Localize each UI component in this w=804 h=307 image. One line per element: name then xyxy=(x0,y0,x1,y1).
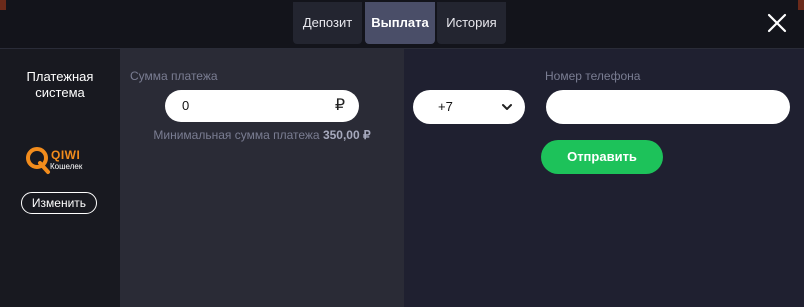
payment-system-panel: Платежная система QIWI Кошелек Изменить xyxy=(0,49,120,307)
tab-deposit[interactable]: Депозит xyxy=(293,2,362,44)
tab-withdrawal[interactable]: Выплата xyxy=(365,2,435,44)
change-payment-system-button[interactable]: Изменить xyxy=(21,192,97,214)
phone-panel: +7 Номер телефона Отправить xyxy=(404,49,804,307)
min-amount-value: 350,00 ₽ xyxy=(322,128,371,142)
modal-header: Депозит Выплата История xyxy=(0,0,804,49)
min-amount-text: Минимальная сумма платежа xyxy=(153,128,320,142)
amount-input[interactable]: 0 ₽ xyxy=(165,90,359,122)
country-code-value: +7 xyxy=(438,99,453,114)
qiwi-brand-text: QIWI xyxy=(51,148,81,162)
qiwi-brand-subtext: Кошелек xyxy=(50,162,83,171)
country-code-select[interactable]: +7 xyxy=(413,90,525,124)
payment-system-title: Платежная система xyxy=(26,69,94,100)
tab-history[interactable]: История xyxy=(437,2,506,44)
phone-label: Номер телефона xyxy=(545,69,641,83)
chevron-down-icon xyxy=(502,104,512,110)
amount-panel: Сумма платежа 0 ₽ Минимальная сумма плат… xyxy=(120,49,404,307)
close-icon[interactable] xyxy=(766,12,788,34)
amount-value: 0 xyxy=(182,98,190,113)
ruble-icon: ₽ xyxy=(334,97,345,114)
background-edge xyxy=(798,0,804,10)
background-edge xyxy=(0,0,6,10)
min-amount-hint: Минимальная сумма платежа 350,00 ₽ xyxy=(120,128,404,142)
amount-label: Сумма платежа xyxy=(130,69,218,83)
send-button[interactable]: Отправить xyxy=(541,140,663,174)
phone-input[interactable] xyxy=(546,90,790,124)
